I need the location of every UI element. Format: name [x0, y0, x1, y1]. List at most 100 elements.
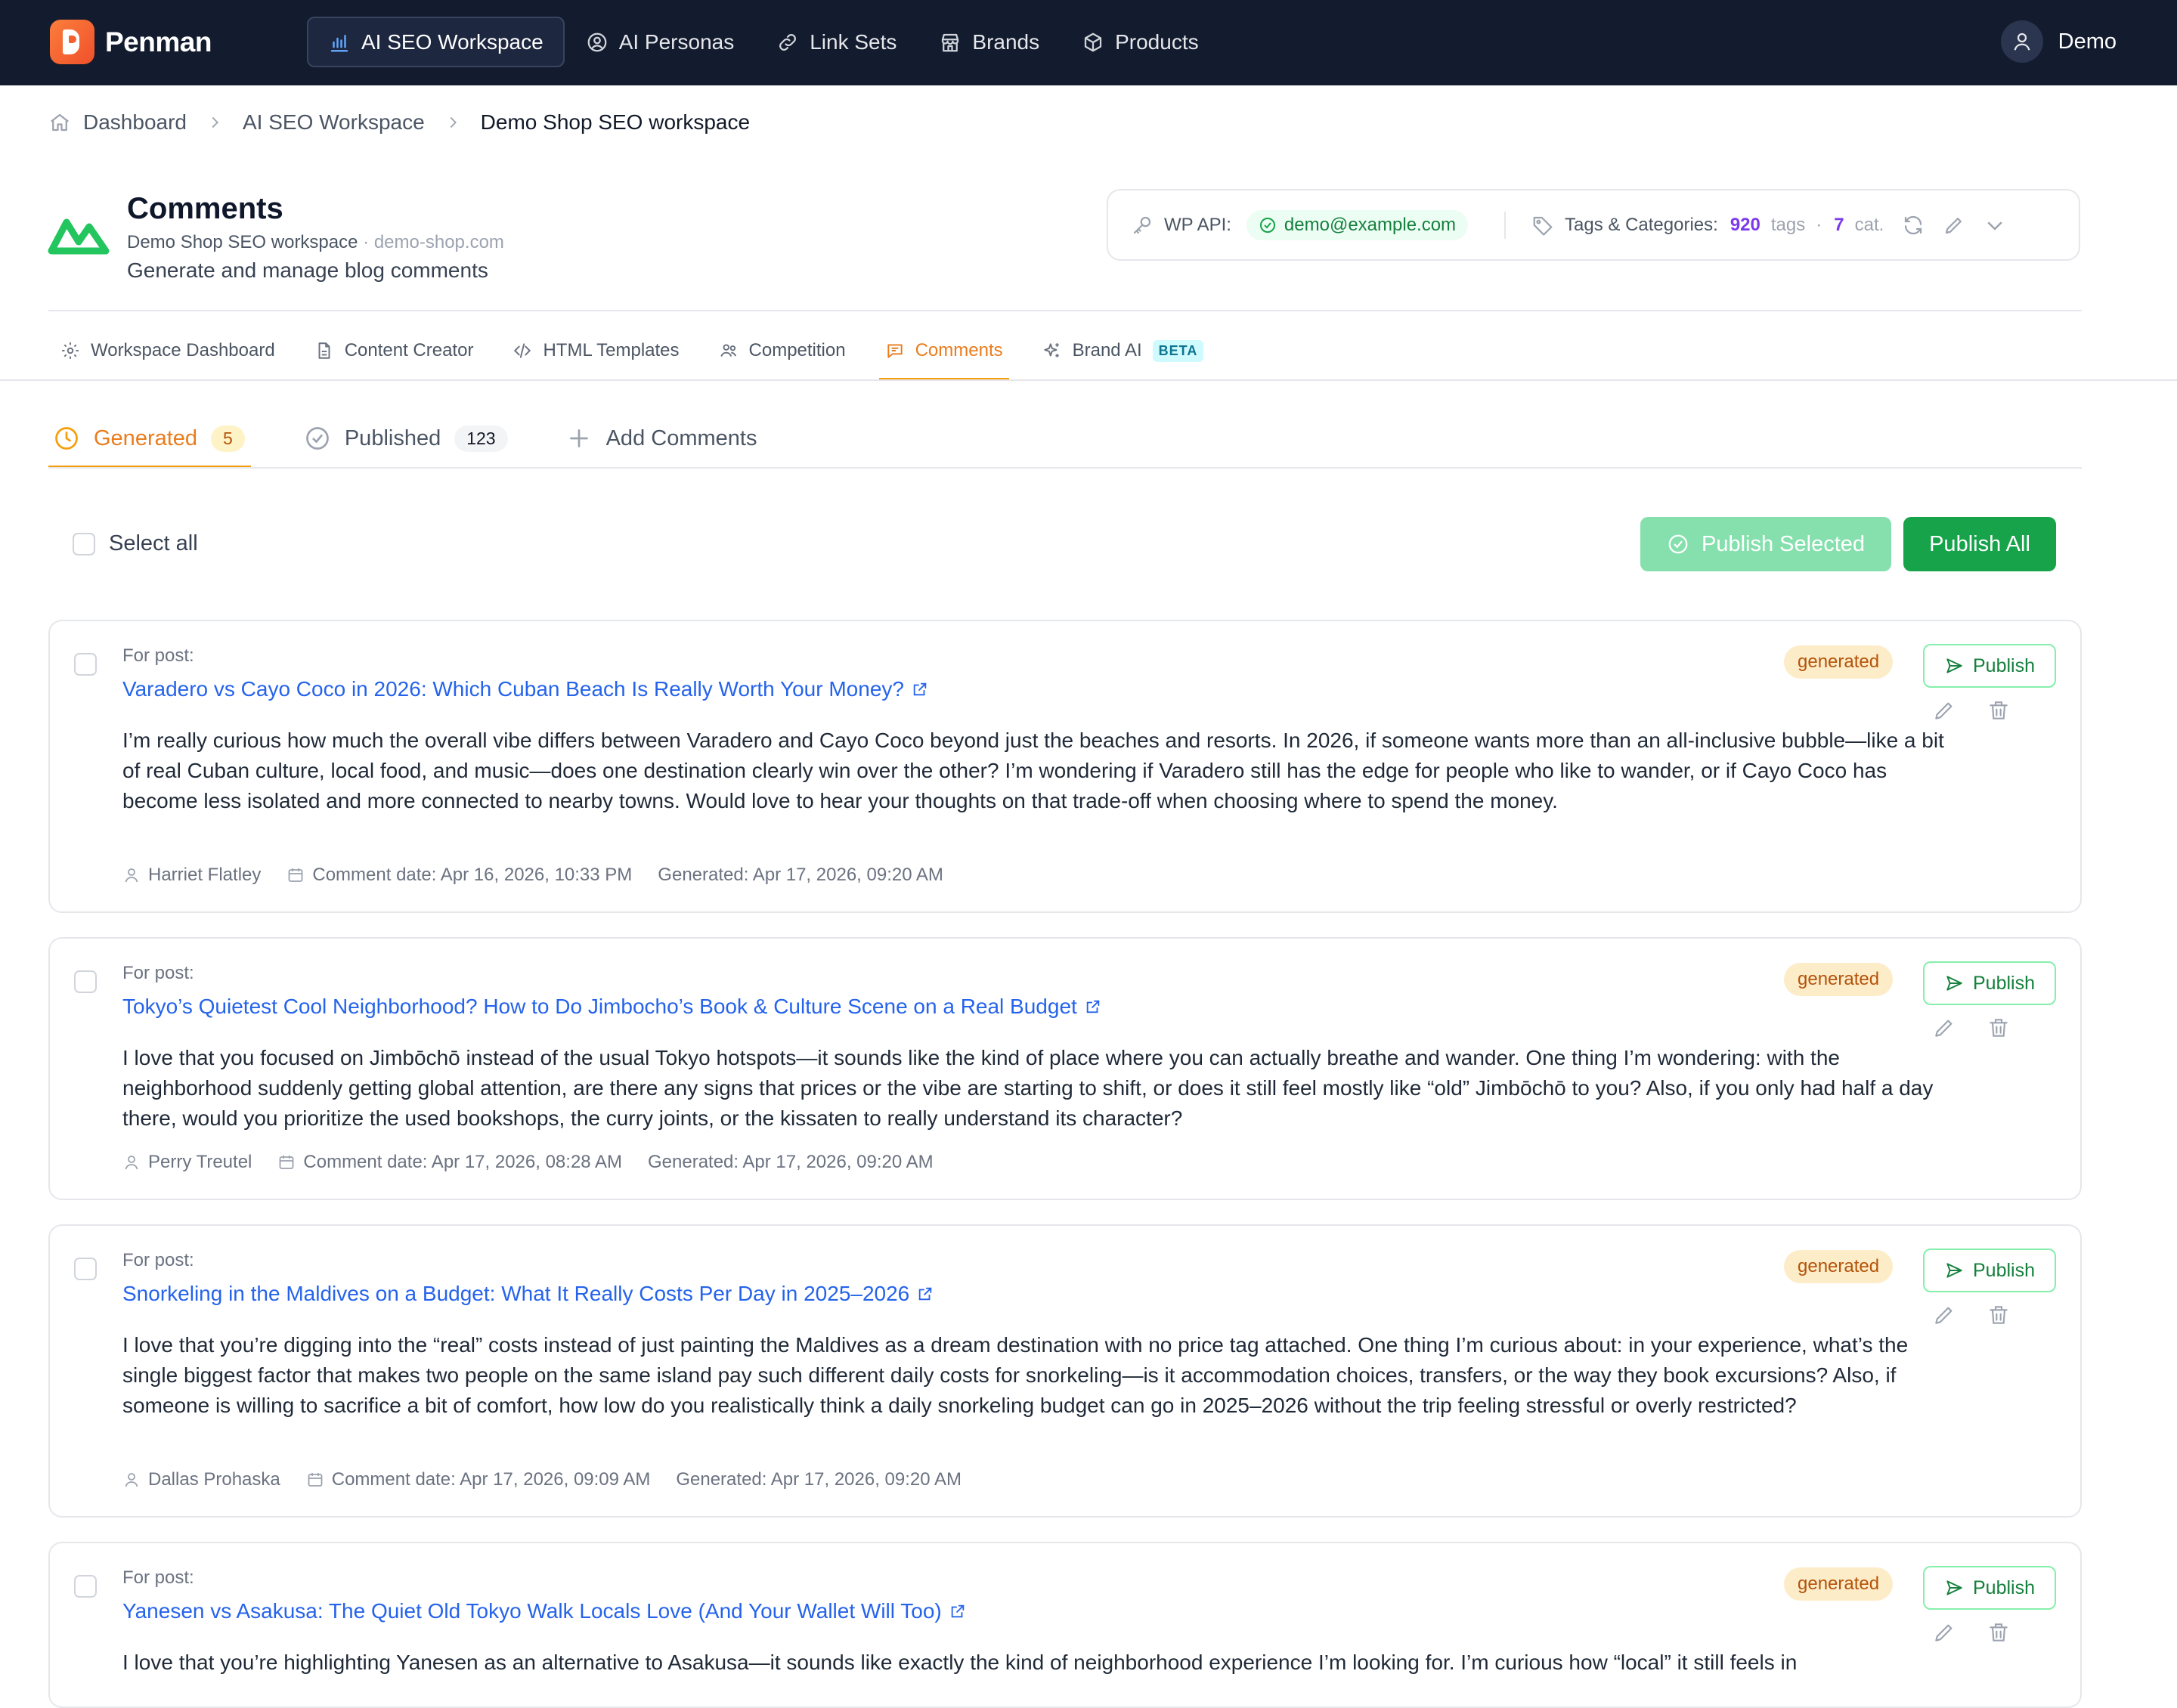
chevron-right-icon: [450, 116, 457, 128]
external-link-icon: [1086, 1000, 1100, 1013]
tab-generated[interactable]: Generated 5: [48, 411, 251, 469]
tab-label: Competition: [748, 340, 846, 360]
trash-icon[interactable]: [1987, 1016, 2011, 1040]
plus-icon: [569, 429, 588, 447]
nav-item-link-sets[interactable]: Link Sets: [755, 17, 918, 67]
trash-icon[interactable]: [1987, 1303, 2011, 1327]
tab-label: Add Comments: [605, 425, 757, 450]
breadcrumb-ai-seo-workspace[interactable]: AI SEO Workspace: [243, 110, 425, 135]
tab-label: Generated: [94, 425, 198, 450]
comment-card: For post: Snorkeling in the Maldives on …: [48, 1224, 2082, 1518]
publish-selected-button[interactable]: Publish Selected: [1640, 517, 1891, 571]
select-all-checkbox[interactable]: Select all: [73, 531, 198, 556]
key-icon: [1133, 216, 1151, 234]
app-logo[interactable]: Penman: [50, 20, 212, 64]
nav-item-label: Link Sets: [810, 29, 897, 54]
chevron-right-icon: [212, 116, 218, 128]
comment-status-tabs: Generated 5 Published 123 Add Comments: [48, 411, 810, 469]
button-label: Publish: [1973, 1576, 2035, 1598]
comment-checkbox[interactable]: [74, 653, 97, 676]
nav-item-ai-personas[interactable]: AI Personas: [565, 17, 756, 67]
post-title-link[interactable]: Snorkeling in the Maldives on a Budget: …: [122, 1282, 934, 1306]
categories-count: 7: [1834, 214, 1844, 235]
comment-body: I love that you focused on Jimbōchō inst…: [122, 1046, 1934, 1130]
wp-api-status-badge: demo@example.com: [1246, 209, 1469, 240]
chevron-down-icon[interactable]: [1983, 214, 2006, 237]
select-all-label: Select all: [109, 531, 198, 555]
trash-icon[interactable]: [1987, 1620, 2011, 1645]
nav-item-label: AI Personas: [618, 29, 735, 54]
tab-brand-ai[interactable]: Brand AI BETA: [1036, 323, 1210, 381]
publish-button[interactable]: Publish: [1923, 961, 2056, 1005]
comment-date-text: Comment date: Apr 17, 2026, 08:28 AM: [303, 1152, 622, 1172]
page-description: Generate and manage blog comments: [127, 258, 488, 282]
nav-item-products[interactable]: Products: [1061, 17, 1220, 67]
gear-icon: [62, 342, 79, 359]
author-name: Harriet Flatley: [148, 865, 262, 885]
send-icon: [1946, 976, 1962, 991]
refresh-icon[interactable]: [1902, 214, 1925, 237]
comment-checkbox[interactable]: [74, 1258, 97, 1280]
pencil-icon[interactable]: [1932, 1016, 1956, 1040]
button-label: Publish Selected: [1701, 531, 1866, 556]
pencil-icon[interactable]: [1932, 1303, 1956, 1327]
post-title-link[interactable]: Varadero vs Cayo Coco in 2026: Which Cub…: [122, 677, 928, 701]
status-badge: generated: [1784, 963, 1894, 996]
comment-date: Comment date: Apr 16, 2026, 10:33 PM: [286, 865, 632, 886]
store-icon: [942, 33, 959, 51]
code-icon: [514, 343, 531, 358]
comment-author: Perry Treutel: [122, 1152, 252, 1173]
post-title: Varadero vs Cayo Coco in 2026: Which Cub…: [122, 677, 904, 701]
comment-body: I love that you’re digging into the “rea…: [122, 1333, 1909, 1417]
tab-label: Brand AI: [1072, 340, 1142, 360]
post-title-link[interactable]: Yanesen vs Asakusa: The Quiet Old Tokyo …: [122, 1599, 966, 1623]
button-label: Publish: [1973, 1259, 2035, 1281]
publish-button[interactable]: Publish: [1923, 1249, 2056, 1292]
workspace-name: Demo Shop SEO workspace: [127, 232, 358, 252]
nav-item-ai-seo-workspace[interactable]: AI SEO Workspace: [307, 17, 565, 67]
for-post-label: For post:: [122, 645, 194, 666]
tab-published[interactable]: Published 123: [299, 411, 513, 469]
comment-meta: Harriet Flatley Comment date: Apr 16, 20…: [122, 865, 969, 886]
send-icon: [1946, 1580, 1962, 1595]
tab-content-creator[interactable]: Content Creator: [308, 323, 480, 381]
user-menu[interactable]: Demo: [2000, 20, 2117, 63]
external-link-icon: [951, 1604, 964, 1618]
tab-competition[interactable]: Competition: [713, 323, 852, 381]
tab-html-templates[interactable]: HTML Templates: [506, 323, 685, 381]
tab-workspace-dashboard[interactable]: Workspace Dashboard: [54, 323, 281, 381]
comment-checkbox[interactable]: [74, 970, 97, 993]
author-name: Perry Treutel: [148, 1152, 252, 1172]
box-icon: [1084, 32, 1102, 51]
avatar: [2000, 20, 2043, 63]
publish-button[interactable]: Publish: [1923, 644, 2056, 688]
tags-count: 920: [1730, 214, 1760, 235]
publish-button[interactable]: Publish: [1923, 1566, 2056, 1610]
home-icon[interactable]: [48, 111, 71, 134]
pencil-icon[interactable]: [1932, 1620, 1956, 1645]
user-icon: [125, 1473, 138, 1487]
publish-all-button[interactable]: Publish All: [1903, 517, 2056, 571]
post-title: Snorkeling in the Maldives on a Budget: …: [122, 1282, 910, 1305]
nav-item-brands[interactable]: Brands: [918, 17, 1061, 67]
post-title-link[interactable]: Tokyo’s Quietest Cool Neighborhood? How …: [122, 995, 1101, 1019]
tab-add-comments[interactable]: Add Comments: [561, 411, 762, 469]
tab-comments[interactable]: Comments: [878, 323, 1009, 381]
comment-card: For post: Varadero vs Cayo Coco in 2026:…: [48, 620, 2082, 913]
status-badge: generated: [1784, 1250, 1894, 1283]
tab-label: Comments: [915, 340, 1003, 360]
checkbox[interactable]: [73, 532, 95, 555]
nav-item-label: Products: [1115, 29, 1199, 54]
user-icon: [125, 868, 138, 883]
button-label: Publish All: [1929, 531, 2030, 556]
trash-icon[interactable]: [1987, 698, 2011, 722]
status-badge: generated: [1784, 1567, 1894, 1601]
comment-checkbox[interactable]: [74, 1575, 97, 1598]
main-nav: AI SEO Workspace AI Personas Link Sets B…: [307, 17, 1220, 67]
comment-body: I love that you’re highlighting Yanesen …: [122, 1651, 1798, 1674]
pencil-icon[interactable]: [1943, 214, 1965, 237]
pencil-icon[interactable]: [1932, 698, 1956, 722]
comment-meta: Dallas Prohaska Comment date: Apr 17, 20…: [122, 1469, 987, 1490]
breadcrumb-dashboard[interactable]: Dashboard: [83, 110, 187, 135]
external-link-icon: [913, 682, 927, 696]
